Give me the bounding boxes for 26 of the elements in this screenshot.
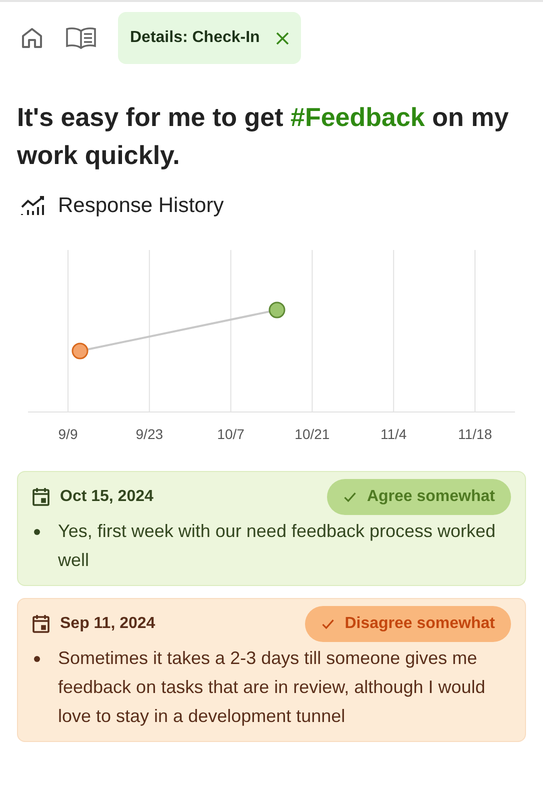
answer-label: Disagree somewhat (344, 614, 495, 634)
axis-label: 9/23 (134, 424, 164, 444)
response-date: Oct 15, 2024 (60, 486, 154, 506)
calendar-icon (32, 614, 50, 634)
axis-label: 10/7 (216, 424, 246, 444)
bullet-icon (34, 528, 40, 534)
check-icon (320, 616, 335, 630)
axis-label: 11/18 (457, 424, 493, 444)
bullet-icon (34, 656, 40, 662)
home-icon[interactable] (20, 26, 44, 50)
axis-label: 9/9 (57, 424, 79, 444)
axis-label: 11/4 (379, 424, 408, 444)
question-heading: It's easy for me to get #Feedback on my work quickly. (16, 101, 510, 172)
chart-icon (20, 194, 46, 217)
close-icon[interactable] (276, 32, 289, 44)
response-date: Sep 11, 2024 (60, 614, 156, 634)
axis-label: 10/21 (294, 424, 331, 444)
check-icon (342, 490, 357, 504)
section-title: Response History (58, 193, 224, 219)
response-comment: Sometimes it takes a 2-3 days till someone gives me feedback on tasks that are in review, although I would love to stay in a development tunnel (58, 646, 486, 728)
active-tab[interactable]: Details: Check-In (118, 12, 301, 64)
tab-label: Details: Check-In (130, 28, 260, 48)
book-icon[interactable] (66, 27, 96, 49)
answer-label: Agree somewhat (366, 486, 495, 506)
calendar-icon (32, 486, 50, 506)
response-comment: Yes, first week with our need feedback process worked well (58, 520, 497, 572)
